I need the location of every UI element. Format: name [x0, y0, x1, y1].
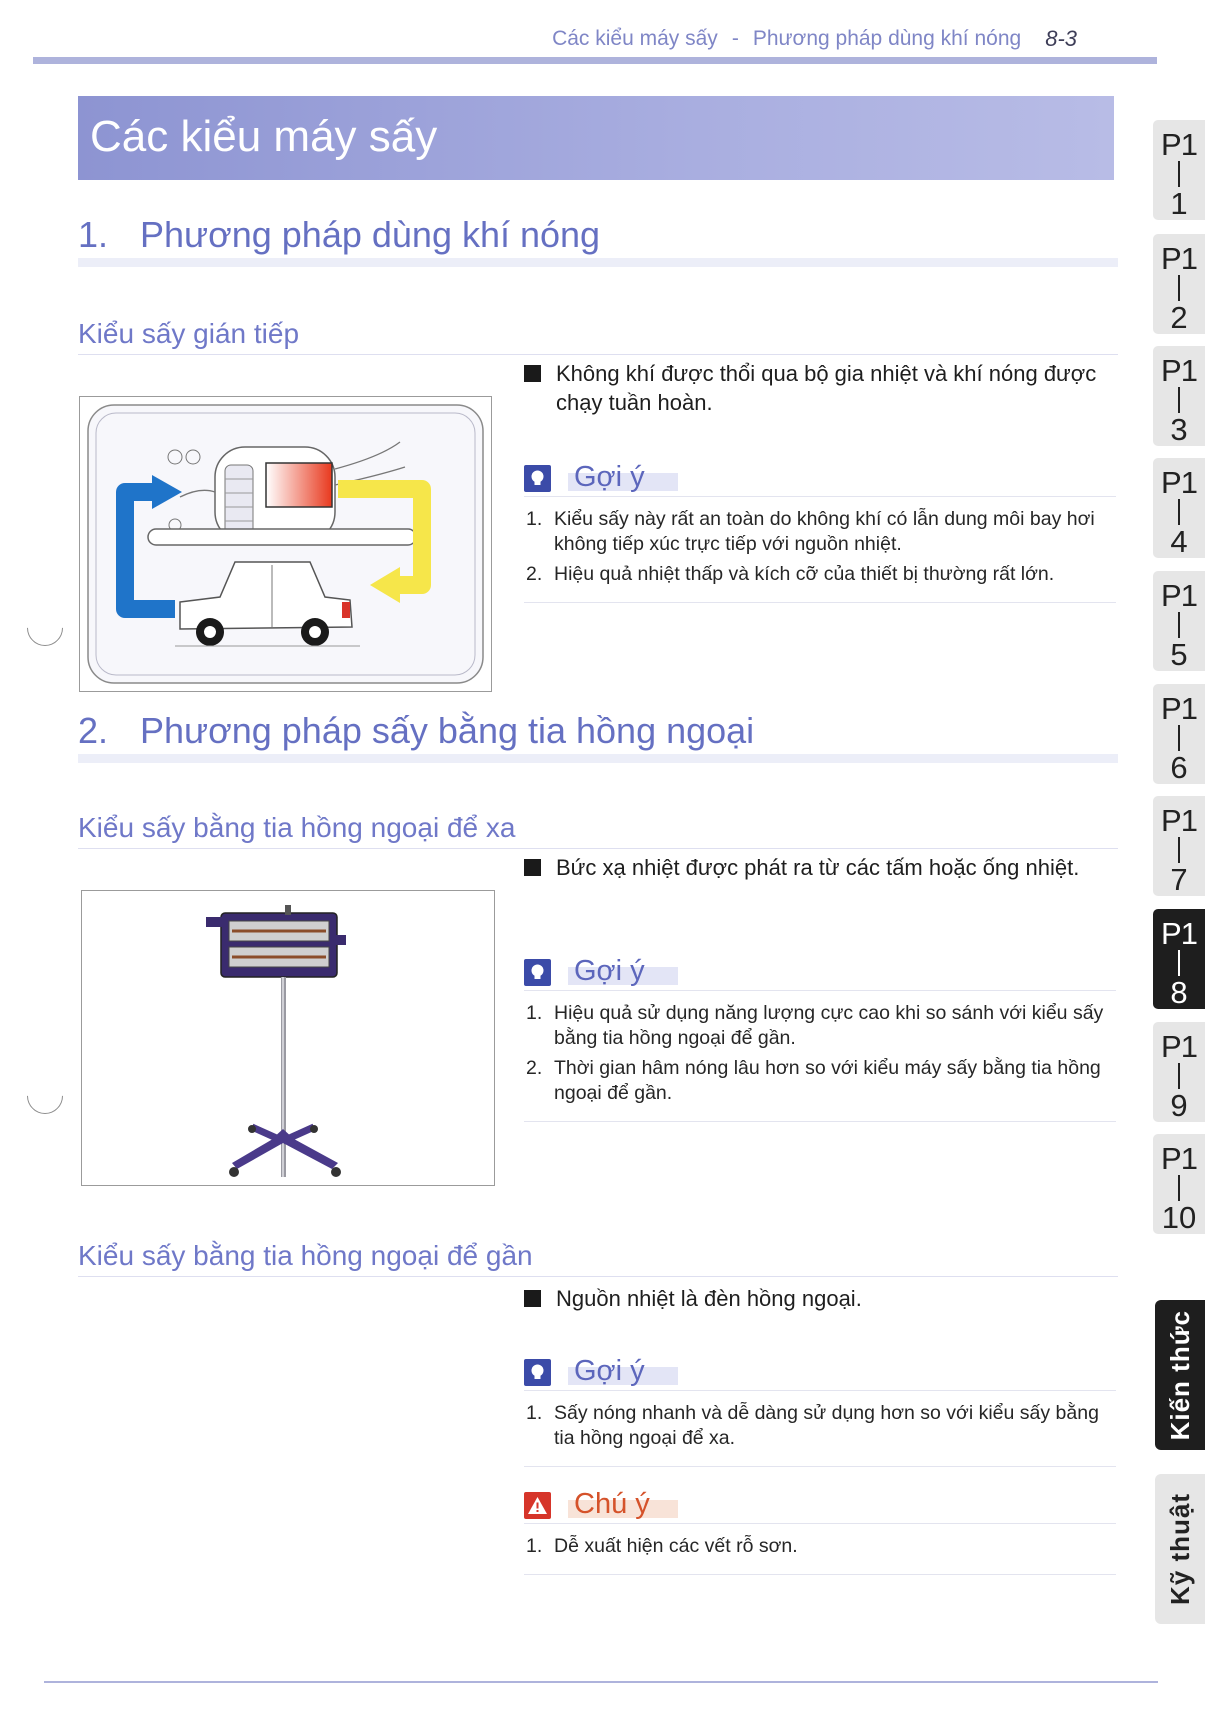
bullet-far-ir: Bức xạ nhiệt được phát ra từ các tấm hoặ…	[524, 853, 1114, 882]
warning-heading: Chú ý	[524, 1486, 1116, 1524]
warning-list: 1. Dễ xuất hiện các vết rỗ sơn.	[524, 1524, 1116, 1575]
warning-box-near-ir: Chú ý 1. Dễ xuất hiện các vết rỗ sơn.	[524, 1486, 1116, 1575]
section-2-heading: 2. Phương pháp sấy bằng tia hồng ngoại	[78, 710, 1118, 763]
tip-title: Gợi ý	[574, 461, 645, 493]
lightbulb-icon	[524, 1359, 551, 1386]
subsection-near-ir-heading: Kiểu sấy bằng tia hồng ngoại để gần	[78, 1240, 1118, 1277]
subsection-indirect-title: Kiểu sấy gián tiếp	[78, 318, 300, 349]
side-tab-technique-label: Kỹ thuật	[1164, 1493, 1195, 1605]
tip-list: 1. Hiệu quả sử dụng năng lượng cực cao kh…	[524, 991, 1116, 1122]
page-number: 8-3	[1045, 26, 1077, 51]
tab-p1-5[interactable]: P1 5	[1153, 571, 1205, 671]
chapter-title: Các kiểu máy sấy	[90, 112, 438, 161]
subsection-far-ir-title: Kiểu sấy bằng tia hồng ngoại để xa	[78, 812, 516, 843]
header-rule	[33, 57, 1157, 64]
section-1-heading: 1. Phương pháp dùng khí nóng	[78, 214, 1118, 267]
tip-box-far-ir: Gợi ý 1. Hiệu quả sử dụng năng lượng cực …	[524, 953, 1116, 1122]
bullet-far-ir-text: Bức xạ nhiệt được phát ra từ các tấm hoặ…	[556, 855, 1080, 880]
tip-title: Gợi ý	[574, 1355, 645, 1387]
warning-item: 1. Dễ xuất hiện các vết rỗ sơn.	[526, 1535, 798, 1557]
bullet-indirect: Không khí được thổi qua bộ gia nhiệt và …	[524, 359, 1114, 417]
far-ir-dryer-illustration	[206, 905, 346, 1177]
binder-hole	[19, 602, 71, 654]
subsection-far-ir-heading: Kiểu sấy bằng tia hồng ngoại để xa	[78, 812, 1118, 849]
tip-heading: Gợi ý	[524, 459, 1116, 497]
tab-p1-1[interactable]: P1 1	[1153, 120, 1205, 220]
tab-p1-2[interactable]: P1 2	[1153, 234, 1205, 334]
bullet-near-ir-text: Nguồn nhiệt là đèn hồng ngoại.	[556, 1286, 862, 1311]
section-1-number: 1.	[78, 214, 109, 255]
bullet-indirect-text: Không khí được thổi qua bộ gia nhiệt và …	[556, 361, 1097, 415]
lightbulb-icon	[524, 465, 551, 492]
bullet-near-ir: Nguồn nhiệt là đèn hồng ngoại.	[524, 1284, 1114, 1313]
bullet-square-icon	[524, 859, 541, 876]
binder-hole	[19, 1070, 71, 1122]
side-tab-knowledge-label: Kiến thức	[1164, 1309, 1195, 1441]
bullet-square-icon	[524, 1290, 541, 1307]
tip-item: 1. Sấy nóng nhanh và dễ dàng sử dụng hơn …	[526, 1402, 1099, 1449]
footer-rule	[44, 1681, 1158, 1683]
lightbulb-icon	[524, 959, 551, 986]
subsection-indirect-heading: Kiểu sấy gián tiếp	[78, 318, 1118, 355]
tip-list: 1. Kiểu sấy này rất an toàn do không khí …	[524, 497, 1116, 603]
tip-title: Gợi ý	[574, 955, 645, 987]
tip-heading: Gợi ý	[524, 953, 1116, 991]
warning-triangle-icon	[524, 1492, 551, 1519]
subsection-near-ir-title: Kiểu sấy bằng tia hồng ngoại để gần	[78, 1240, 533, 1271]
tip-item: 1. Kiểu sấy này rất an toàn do không khí …	[526, 508, 1095, 555]
side-tab-knowledge[interactable]: Kiến thức	[1155, 1300, 1205, 1450]
indirect-dryer-illustration	[87, 404, 484, 684]
tab-p1-4[interactable]: P1 4	[1153, 458, 1205, 558]
tip-item: 1. Hiệu quả sử dụng năng lượng cực cao kh…	[526, 1002, 1104, 1049]
section-2-title: Phương pháp sấy bằng tia hồng ngoại	[140, 710, 755, 751]
section-2-number: 2.	[78, 710, 109, 751]
tab-p1-10[interactable]: P1 10	[1153, 1134, 1205, 1234]
tab-p1-9[interactable]: P1 9	[1153, 1022, 1205, 1122]
tip-item: 2. Thời gian hâm nóng lâu hơn so với kiểu…	[526, 1057, 1101, 1104]
header-separator: -	[731, 27, 739, 50]
tip-box-indirect: Gợi ý 1. Kiểu sấy này rất an toàn do khôn…	[524, 459, 1116, 603]
bullet-square-icon	[524, 365, 541, 382]
chapter-banner: Các kiểu máy sấy	[78, 96, 1114, 180]
figure-far-ir-dryer	[81, 890, 495, 1186]
side-tab-technique[interactable]: Kỹ thuật	[1155, 1474, 1205, 1624]
header-crumb-hot-air: Phương pháp dùng khí nóng	[752, 27, 1022, 50]
tab-p1-7[interactable]: P1 7	[1153, 796, 1205, 896]
tip-list: 1. Sấy nóng nhanh và dễ dàng sử dụng hơn …	[524, 1391, 1116, 1467]
tab-p1-6[interactable]: P1 6	[1153, 684, 1205, 784]
tip-box-near-ir: Gợi ý 1. Sấy nóng nhanh và dễ dàng sử dụn…	[524, 1353, 1116, 1467]
tab-p1-3[interactable]: P1 3	[1153, 346, 1205, 446]
tab-p1-8[interactable]: P1 8	[1153, 909, 1205, 1009]
warning-title: Chú ý	[574, 1488, 650, 1520]
figure-indirect-dryer	[79, 396, 492, 692]
running-header: Các kiểu máy sấy - Phương pháp dùng khí …	[552, 24, 1077, 54]
section-1-title: Phương pháp dùng khí nóng	[140, 214, 601, 255]
tip-heading: Gợi ý	[524, 1353, 1116, 1391]
header-crumb-dryer-types: Các kiểu máy sấy	[552, 27, 718, 50]
tip-item: 2. Hiệu quả nhiệt thấp và kích cỡ của thi…	[526, 563, 1055, 585]
